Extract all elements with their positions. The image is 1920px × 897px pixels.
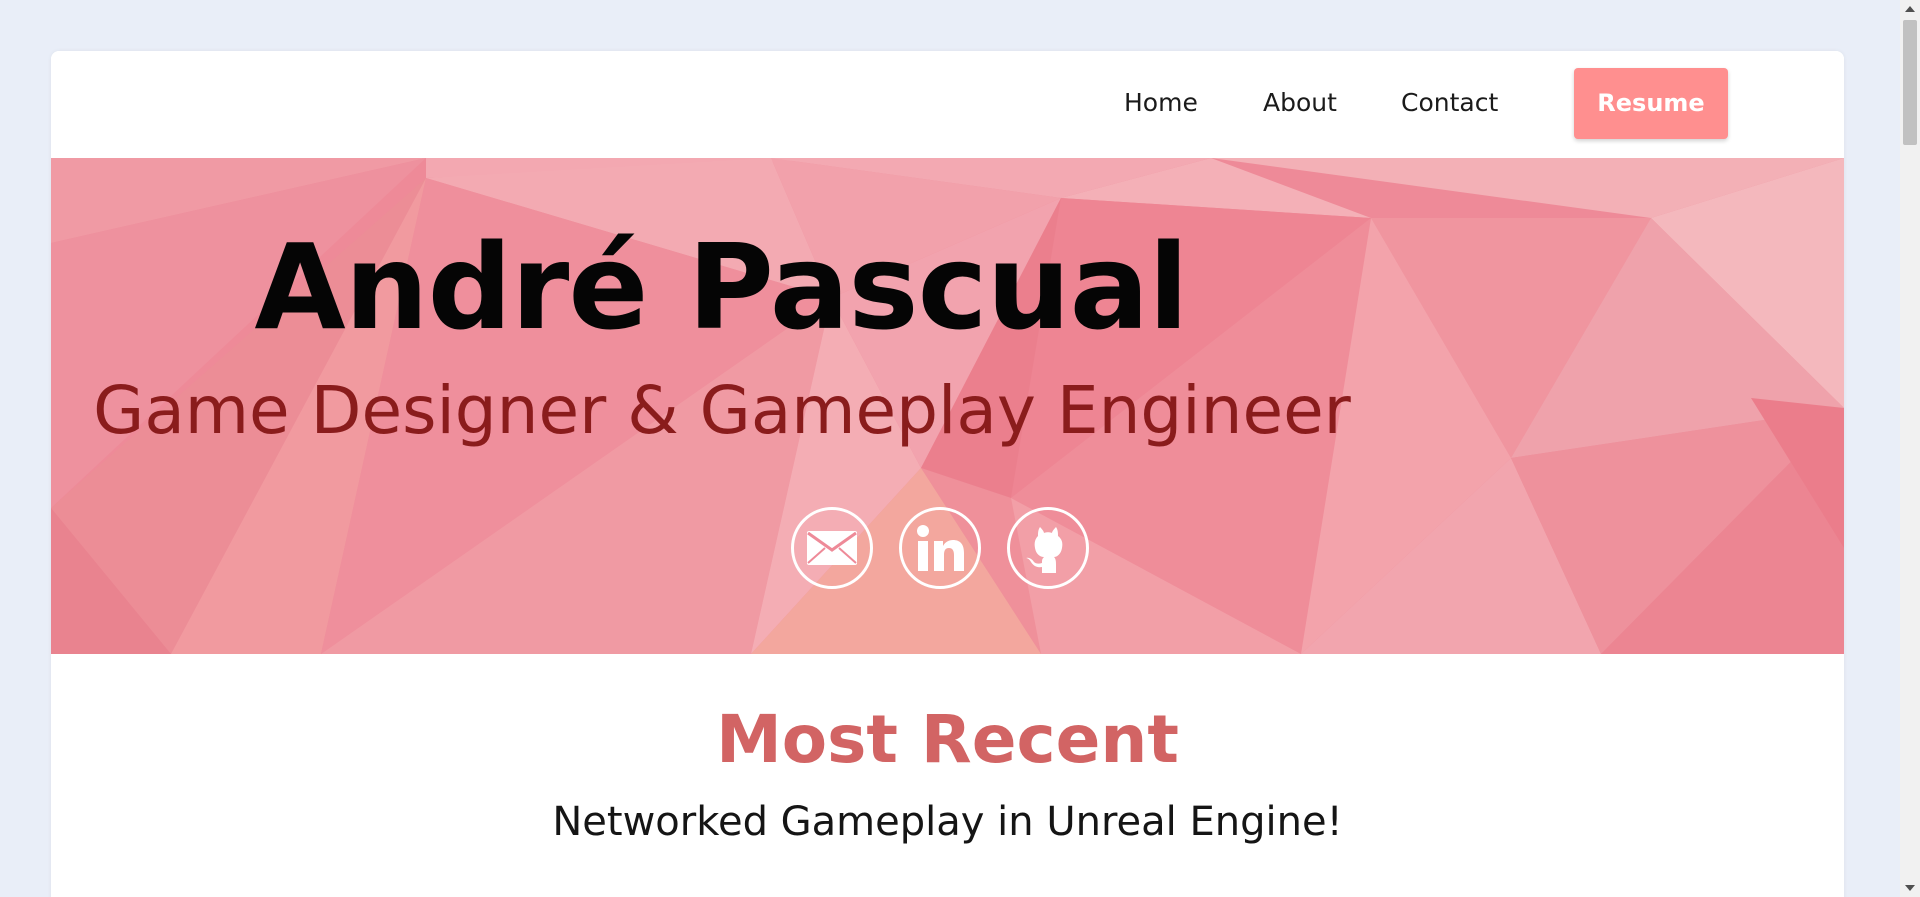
nav-home-link[interactable]: Home <box>1124 83 1198 123</box>
hero-banner: André Pascual Game Designer & Gameplay E… <box>51 158 1844 654</box>
linkedin-icon <box>917 525 964 571</box>
email-link[interactable] <box>791 507 873 589</box>
nav-about-link[interactable]: About <box>1263 83 1337 123</box>
scroll-up-arrow-icon[interactable] <box>1905 6 1915 12</box>
page-card: Home About Contact Resume André Pascual … <box>51 51 1844 897</box>
scroll-down-arrow-icon[interactable] <box>1905 885 1915 891</box>
mail-icon <box>807 531 857 565</box>
linkedin-link[interactable] <box>899 507 981 589</box>
scrollbar-thumb[interactable] <box>1903 20 1917 145</box>
most-recent-subtitle: Networked Gameplay in Unreal Engine! <box>552 799 1343 845</box>
page-scrollbar[interactable] <box>1900 0 1920 897</box>
github-icon <box>1026 527 1063 573</box>
most-recent-heading: Most Recent <box>716 701 1179 778</box>
github-link[interactable] <box>1007 507 1089 589</box>
top-nav: Home About Contact Resume <box>51 51 1844 158</box>
hero-subtitle: Game Designer & Gameplay Engineer <box>93 372 1351 449</box>
nav-contact-link[interactable]: Contact <box>1401 83 1498 123</box>
resume-button[interactable]: Resume <box>1574 68 1728 139</box>
hero-name: André Pascual <box>254 218 1188 356</box>
